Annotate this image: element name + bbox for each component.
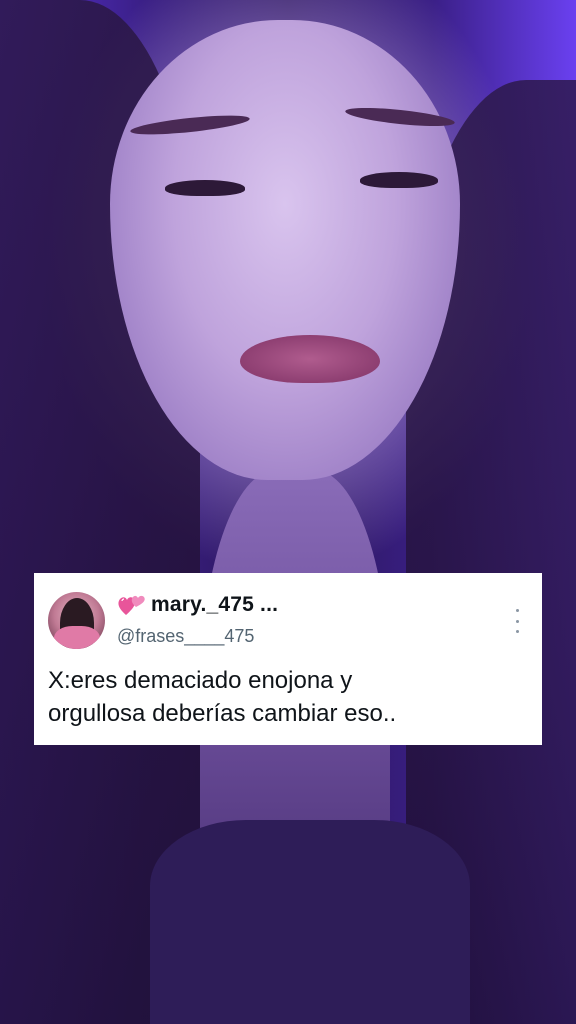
more-dot (515, 619, 519, 623)
display-name[interactable]: mary._475 ... (151, 593, 278, 617)
background-eye-right (360, 172, 438, 188)
two-hearts-icon (118, 595, 145, 615)
video-frame: mary._475 ... @frases____475 X:eres dema… (0, 0, 576, 1024)
tweet-text: X:eres demaciado enojona y orgullosa deb… (48, 664, 528, 730)
more-dot (515, 630, 519, 633)
user-handle[interactable]: @frases____475 (117, 626, 254, 647)
background-eye-left (165, 180, 245, 196)
tweet-text-line: orgullosa deberías cambiar eso.. (48, 700, 397, 727)
more-vertical-icon[interactable] (508, 609, 526, 633)
tweet-card[interactable]: mary._475 ... @frases____475 X:eres dema… (34, 573, 542, 745)
more-dot (515, 609, 519, 612)
avatar[interactable] (48, 592, 105, 649)
tweet-text-line: X:eres demaciado enojona y (48, 667, 353, 694)
background-shirt (150, 820, 470, 1024)
avatar-dress (54, 626, 100, 649)
background-lips (240, 335, 380, 383)
